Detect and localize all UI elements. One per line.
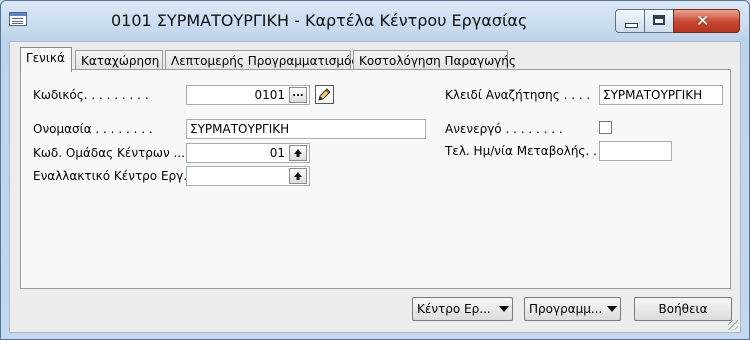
- search-key-label: Κλειδί Αναζήτησης . . . .: [445, 88, 591, 102]
- maximize-icon: [653, 15, 665, 25]
- minimize-icon: [625, 23, 638, 28]
- search-key-value: ΣΥΡΜΑΤΟΥΡΓΙΚΗ: [603, 88, 703, 102]
- help-button[interactable]: Βοήθεια: [634, 297, 732, 321]
- last-modified-field[interactable]: [599, 141, 672, 161]
- window-title: 0101 ΣΥΡΜΑΤΟΥΡΓΙΚΗ - Καρτέλα Κέντρου Εργ…: [111, 11, 528, 30]
- up-arrow-icon: [294, 149, 302, 157]
- pencil-icon: [318, 88, 331, 101]
- planning-menu-button[interactable]: Προγραμμ...: [524, 297, 621, 321]
- chevron-down-icon: [499, 306, 509, 312]
- code-value: 0101: [254, 88, 285, 102]
- chevron-down-icon: [607, 306, 617, 312]
- title-bar[interactable]: 0101 ΣΥΡΜΑΤΟΥΡΓΙΚΗ - Καρτέλα Κέντρου Εργ…: [1, 1, 749, 41]
- group-code-lookup-button[interactable]: [289, 145, 307, 161]
- ellipsis-icon: ...: [292, 88, 304, 99]
- group-code-label: Κωδ. Ομάδας Κέντρων ...: [33, 146, 185, 160]
- up-arrow-icon: [294, 172, 302, 180]
- tab-label: Κοστολόγηση Παραγωγής: [359, 54, 516, 68]
- tab-label: Καταχώρηση: [81, 54, 160, 68]
- planning-button-label: Προγραμμ...: [529, 302, 603, 316]
- alt-center-lookup-button[interactable]: [289, 168, 307, 184]
- close-button[interactable]: ✕: [673, 9, 740, 33]
- tab-label: Γενικά: [26, 51, 65, 65]
- form-window-icon[interactable]: [9, 12, 27, 26]
- work-center-button-label: Κέντρο Ερ...: [417, 302, 491, 316]
- resize-grip[interactable]: [728, 320, 738, 330]
- name-field[interactable]: ΣΥΡΜΑΤΟΥΡΓΙΚΗ: [186, 119, 426, 139]
- alt-center-label: Εναλλακτικό Κέντρο Εργ...: [33, 169, 195, 183]
- last-modified-label: Τελ. Ημ/νία Μεταβολής. .: [445, 144, 597, 158]
- minimize-button[interactable]: [615, 9, 645, 33]
- maximize-button[interactable]: [644, 9, 674, 33]
- tab-label: Λεπτομερής Προγραμματισμός: [171, 54, 359, 68]
- close-icon: ✕: [696, 11, 710, 30]
- search-key-field[interactable]: ΣΥΡΜΑΤΟΥΡΓΙΚΗ: [599, 85, 723, 105]
- work-center-menu-button[interactable]: Κέντρο Ερ...: [412, 297, 513, 321]
- name-value: ΣΥΡΜΑΤΟΥΡΓΙΚΗ: [190, 122, 290, 136]
- general-tab-panel: Κωδικός. . . . . . . . . 0101 ... Ονομασ…: [20, 69, 731, 289]
- inactive-checkbox[interactable]: [599, 121, 612, 134]
- tab-general[interactable]: Γενικά: [20, 47, 72, 72]
- help-button-label: Βοήθεια: [658, 302, 708, 316]
- code-label: Κωδικός. . . . . . . . .: [33, 88, 149, 102]
- form-client-area: Γενικά Καταχώρηση Λεπτομερής Προγραμματι…: [9, 41, 741, 333]
- group-code-value: 01: [269, 146, 285, 160]
- edit-button[interactable]: [315, 85, 334, 104]
- code-assist-button[interactable]: ...: [289, 87, 307, 103]
- inactive-label: Ανενεργό . . . . . . . .: [445, 122, 563, 136]
- form-window: 0101 ΣΥΡΜΑΤΟΥΡΓΙΚΗ - Καρτέλα Κέντρου Εργ…: [0, 0, 750, 340]
- name-label: Ονομασία . . . . . . . .: [33, 122, 153, 136]
